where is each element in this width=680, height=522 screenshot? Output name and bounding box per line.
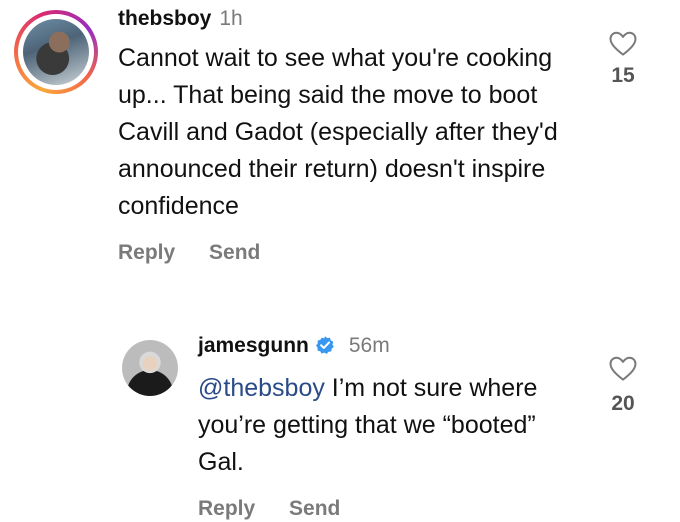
verified-badge-icon (315, 336, 334, 354)
story-ring[interactable] (14, 10, 98, 94)
comment-thebsboy: thebsboy 1h Cannot wait to see what you'r… (118, 6, 578, 265)
timestamp: 1h (219, 7, 243, 30)
comment-jamesgunn: jamesgunn 56m @thebsboy I’m not sure whe… (198, 332, 588, 521)
avatar-jamesgunn[interactable] (122, 340, 178, 396)
send-button[interactable]: Send (289, 497, 340, 520)
reply-button[interactable]: Reply (198, 497, 255, 520)
avatar-thebsboy[interactable] (23, 19, 89, 85)
username[interactable]: thebsboy (118, 7, 211, 30)
reply-button[interactable]: Reply (118, 241, 175, 264)
comment-text: @thebsboy I’m not sure where you’re gett… (198, 370, 588, 481)
comment-text: Cannot wait to see what you're cooking u… (118, 44, 558, 220)
username[interactable]: jamesgunn (198, 334, 309, 357)
heart-outline-icon[interactable] (608, 29, 638, 59)
like-count: 15 (611, 64, 635, 87)
comment-actions: Reply Send (118, 241, 578, 265)
heart-outline-icon[interactable] (608, 354, 638, 384)
send-button[interactable]: Send (209, 241, 260, 264)
timestamp: 56m (348, 334, 390, 357)
mention-link[interactable]: @thebsboy (198, 374, 325, 402)
comment-actions: Reply Send (198, 497, 588, 521)
like-count: 20 (611, 392, 635, 415)
